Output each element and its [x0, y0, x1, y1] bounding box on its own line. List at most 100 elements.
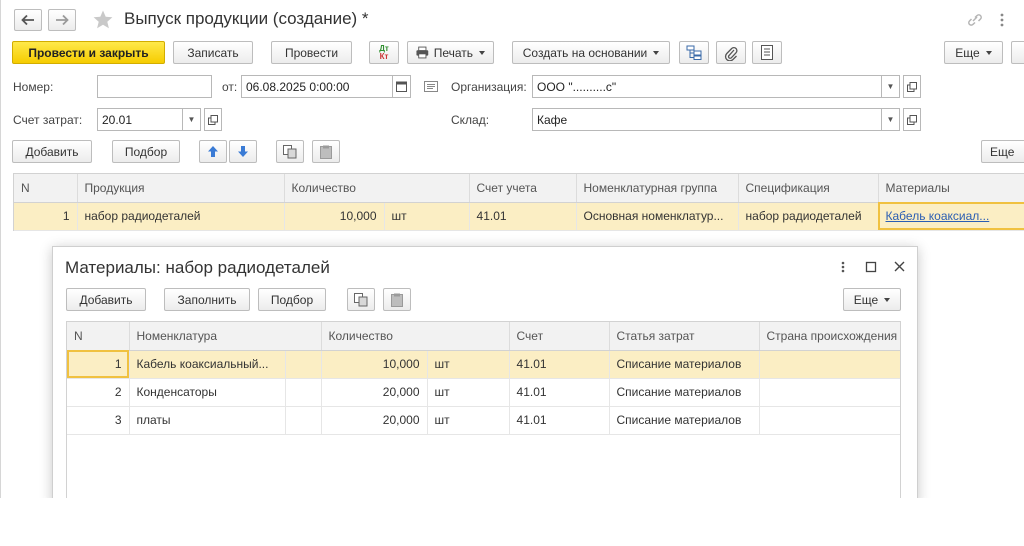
date-input[interactable]: 06.08.2025 0:00:00	[241, 75, 393, 98]
date-label: от:	[222, 80, 238, 94]
table-row[interactable]: 1 набор радиодеталей 10,000 шт 41.01 Осн…	[14, 202, 1024, 231]
products-more-button[interactable]: Еще	[981, 140, 1024, 163]
qty-cell[interactable]: 10,000	[284, 202, 385, 231]
cost-item-cell[interactable]: Списание материалов	[609, 350, 760, 379]
printer-icon	[416, 46, 429, 59]
calendar-button[interactable]	[393, 75, 411, 98]
mat-col-item-header[interactable]: Номенклатура	[129, 322, 322, 351]
chevron-down-icon	[479, 50, 485, 55]
unit-cell[interactable]: шт	[384, 202, 470, 231]
move-up-button[interactable]	[199, 140, 227, 163]
create-based-on-button[interactable]: Создать на основании	[512, 41, 670, 64]
products-add-button[interactable]: Добавить	[12, 140, 92, 163]
clipboard-icon	[320, 145, 332, 159]
country-cell[interactable]	[759, 378, 900, 407]
col-product-header[interactable]: Продукция	[77, 174, 285, 203]
materials-cell[interactable]: Кабель коаксиал...	[878, 202, 1024, 231]
row-number[interactable]: 1	[67, 350, 130, 379]
number-input[interactable]	[97, 75, 212, 98]
spec-cell[interactable]: набор радиодеталей	[738, 202, 879, 231]
col-n-header[interactable]: N	[14, 174, 78, 203]
item-cell[interactable]: Конденсаторы	[129, 378, 286, 407]
help-button[interactable]	[1011, 41, 1024, 64]
move-down-button[interactable]	[229, 140, 257, 163]
dialog-more-button[interactable]: Еще	[843, 288, 901, 311]
organization-open-button[interactable]	[903, 75, 921, 98]
account-cell[interactable]: 41.01	[509, 378, 610, 407]
warehouse-open-button[interactable]	[903, 108, 921, 131]
col-materials-header[interactable]: Материалы	[878, 174, 1024, 203]
more-button[interactable]: Еще	[944, 41, 1003, 64]
qty-cell[interactable]: 20,000	[321, 378, 428, 407]
col-group-header[interactable]: Номенклатурная группа	[576, 174, 739, 203]
back-button[interactable]	[14, 9, 42, 31]
cost-account-open-button[interactable]	[204, 108, 222, 131]
arrow-right-icon	[56, 14, 69, 26]
col-spec-header[interactable]: Спецификация	[738, 174, 879, 203]
country-cell[interactable]	[759, 350, 900, 379]
qty-cell[interactable]: 10,000	[321, 350, 428, 379]
delete-row-button[interactable]	[312, 140, 340, 163]
group-cell[interactable]: Основная номенклатур...	[576, 202, 739, 231]
account-cell[interactable]: 41.01	[469, 202, 577, 231]
qty-cell[interactable]: 20,000	[321, 406, 428, 435]
maximize-icon[interactable]	[865, 261, 877, 273]
dialog-delete-button[interactable]	[383, 288, 411, 311]
warehouse-input[interactable]: Кафе	[532, 108, 882, 131]
table-row[interactable]: 3 платы 20,000 шт 41.01 Списание материа…	[67, 406, 900, 435]
mat-col-country-header[interactable]: Страна происхождения	[759, 322, 900, 351]
dialog-menu-icon[interactable]	[839, 259, 847, 275]
account-cell[interactable]: 41.01	[509, 406, 610, 435]
cost-account-input[interactable]: 20.01	[97, 108, 183, 131]
mat-col-qty-header[interactable]: Количество	[321, 322, 510, 351]
mat-col-cost-header[interactable]: Статья затрат	[609, 322, 760, 351]
materials-table: N Номенклатура Количество Счет Статья за…	[67, 322, 900, 435]
country-cell[interactable]	[759, 406, 900, 435]
dt-kt-icon: Дт Кт	[379, 43, 389, 61]
forward-button[interactable]	[48, 9, 76, 31]
unit-cell[interactable]: шт	[427, 350, 510, 379]
product-cell[interactable]: набор радиодеталей	[77, 202, 285, 231]
favorite-star-icon[interactable]	[92, 9, 114, 31]
dialog-pick-button[interactable]: Подбор	[258, 288, 326, 311]
link-icon[interactable]	[966, 12, 984, 28]
cost-item-cell[interactable]: Списание материалов	[609, 406, 760, 435]
item-cell[interactable]: Кабель коаксиальный...	[129, 350, 286, 379]
materials-link[interactable]: Кабель коаксиал...	[886, 209, 990, 223]
materials-table-container: N Номенклатура Количество Счет Статья за…	[66, 321, 901, 507]
account-cell[interactable]: 41.01	[509, 350, 610, 379]
cost-item-cell[interactable]: Списание материалов	[609, 378, 760, 407]
dialog-fill-button[interactable]: Заполнить	[164, 288, 250, 311]
table-row[interactable]: 2 Конденсаторы 20,000 шт 41.01 Списание …	[67, 378, 900, 407]
window-menu-icon[interactable]	[998, 12, 1006, 28]
mat-col-n-header[interactable]: N	[67, 322, 130, 351]
dt-kt-button[interactable]: Дт Кт	[369, 41, 399, 64]
dialog-more-label: Еще	[853, 292, 879, 307]
dialog-add-button[interactable]: Добавить	[66, 288, 146, 311]
close-icon[interactable]	[893, 260, 906, 273]
report-button[interactable]	[752, 41, 782, 64]
products-pick-button[interactable]: Подбор	[112, 140, 180, 163]
dialog-copy-button[interactable]	[347, 288, 375, 311]
open-window-icon	[907, 81, 917, 92]
post-and-close-button[interactable]: Провести и закрыть	[12, 41, 165, 64]
organization-input[interactable]: ООО "..........с"	[532, 75, 882, 98]
warehouse-dropdown-button[interactable]: ▼	[882, 108, 900, 131]
col-account-header[interactable]: Счет учета	[469, 174, 577, 203]
unit-cell[interactable]: шт	[427, 406, 510, 435]
organization-dropdown-button[interactable]: ▼	[882, 75, 900, 98]
copy-row-button[interactable]	[276, 140, 304, 163]
unit-cell[interactable]: шт	[427, 378, 510, 407]
cost-account-dropdown-button[interactable]: ▼	[183, 108, 201, 131]
mat-col-account-header[interactable]: Счет	[509, 322, 610, 351]
history-icon[interactable]	[424, 81, 438, 92]
col-qty-header[interactable]: Количество	[284, 174, 470, 203]
products-more-label: Еще	[990, 144, 1015, 159]
structure-button[interactable]	[679, 41, 709, 64]
item-cell[interactable]: платы	[129, 406, 286, 435]
save-button[interactable]: Записать	[173, 41, 253, 64]
table-row[interactable]: 1 Кабель коаксиальный... 10,000 шт 41.01…	[67, 350, 900, 379]
print-button[interactable]: Печать	[407, 41, 494, 64]
post-button[interactable]: Провести	[271, 41, 352, 64]
attach-button[interactable]	[716, 41, 746, 64]
